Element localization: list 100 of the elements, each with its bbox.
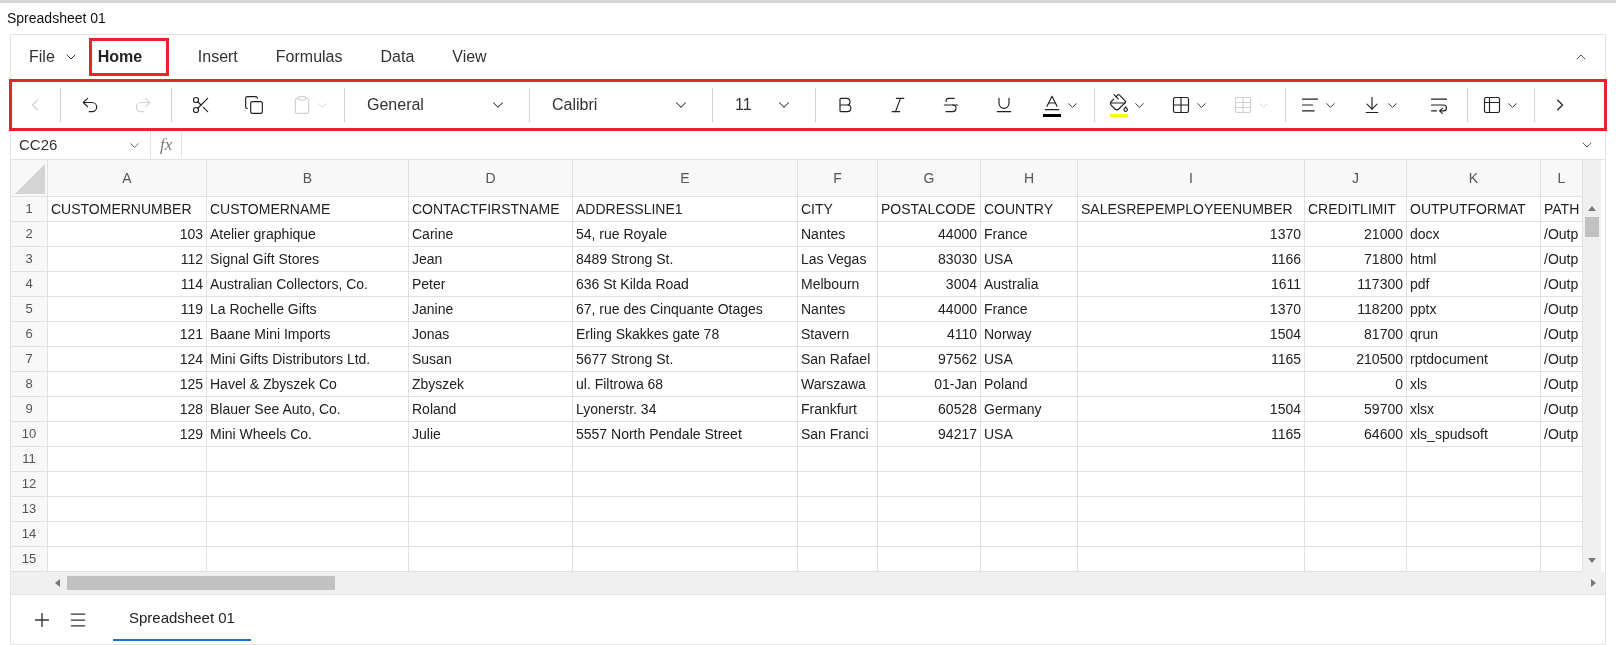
table-cell: 1165 [1078,347,1305,372]
table-cell: 114 [48,272,207,297]
column-header[interactable]: A [48,160,207,197]
table-cell: Las Vegas [798,247,878,272]
table-cell: Frankfurt [798,397,878,422]
table-cell: Mini Gifts Distributors Ltd. [207,347,409,372]
row-header[interactable]: 12 [11,472,48,497]
row-header[interactable]: 10 [11,422,48,447]
row-header[interactable]: 9 [11,397,48,422]
ribbon-tab[interactable]: Home [88,38,169,76]
table-cell: Susan [409,347,573,372]
column-title: CUSTOMERNAME [207,197,409,222]
function-label: fx [151,132,183,158]
table-cell: xls_spudsoft [1407,422,1541,447]
column-header[interactable]: B [207,160,409,197]
column-title: ADDRESSLINE1 [573,197,798,222]
table-cell: 118200 [1305,297,1407,322]
row-header[interactable]: 11 [11,447,48,472]
table-cell: Julie [409,422,573,447]
table-cell: Mini Wheels Co. [207,422,409,447]
column-header[interactable]: D [409,160,573,197]
table-cell: 64600 [1305,422,1407,447]
column-header[interactable]: F [798,160,878,197]
row-header[interactable]: 6 [11,322,48,347]
number-format-dropdown[interactable]: General [347,87,527,123]
table-cell: 44000 [878,222,981,247]
table-cell: ul. Filtrowa 68 [573,372,798,397]
name-box[interactable]: CC26 [11,131,151,159]
table-cell: 1504 [1078,322,1305,347]
table-cell: 128 [48,397,207,422]
ribbon-tab[interactable]: Data [371,38,424,76]
table-cell: 5557 North Pendale Street [573,422,798,447]
table-cell: Norway [981,322,1078,347]
table-cell: 1370 [1078,222,1305,247]
row-header[interactable]: 3 [11,247,48,272]
table-cell: docx [1407,222,1541,247]
table-cell: 67, rue des Cinquante Otages [573,297,798,322]
font-size-dropdown[interactable]: 11 [715,87,813,123]
column-title: POSTALCODE [878,197,981,222]
table-cell: xlsx [1407,397,1541,422]
column-header[interactable]: J [1305,160,1407,197]
column-header[interactable]: E [573,160,798,197]
row-header[interactable]: 14 [11,522,48,547]
ribbon-tab[interactable]: Formulas [266,38,352,76]
table-cell: 60528 [878,397,981,422]
table-cell: 0 [1305,372,1407,397]
row-header[interactable]: 13 [11,497,48,522]
table-cell: Erling Skakkes gate 78 [573,322,798,347]
table-cell: qrun [1407,322,1541,347]
row-header[interactable]: 8 [11,372,48,397]
table-cell: html [1407,247,1541,272]
table-cell: Roland [409,397,573,422]
table-cell: Jonas [409,322,573,347]
table-cell: 129 [48,422,207,447]
column-title: CONTACTFIRSTNAME [409,197,573,222]
row-header[interactable]: 4 [11,272,48,297]
column-title: SALESREPEMPLOYEENUMBER [1078,197,1305,222]
table-cell: La Rochelle Gifts [207,297,409,322]
row-header[interactable]: 2 [11,222,48,247]
row-header[interactable]: 7 [11,347,48,372]
table-cell: Atelier graphique [207,222,409,247]
row-header[interactable]: 1 [11,197,48,222]
column-title: COUNTRY [981,197,1078,222]
table-cell: Nantes [798,222,878,247]
table-cell: Jean [409,247,573,272]
table-cell: 636 St Kilda Road [573,272,798,297]
table-cell: Janine [409,297,573,322]
table-cell: San Franci [798,422,878,447]
table-cell: USA [981,247,1078,272]
table-cell: Carine [409,222,573,247]
table-cell: 54, rue Royale [573,222,798,247]
table-cell: Baane Mini Imports [207,322,409,347]
table-cell: France [981,222,1078,247]
column-header[interactable]: H [981,160,1078,197]
table-cell: rptdocument [1407,347,1541,372]
table-cell: USA [981,347,1078,372]
table-cell: Peter [409,272,573,297]
table-cell: Blauer See Auto, Co. [207,397,409,422]
table-cell: 97562 [878,347,981,372]
window-title: Spreadsheet 01 [7,9,106,28]
row-header[interactable]: 5 [11,297,48,322]
table-cell: 94217 [878,422,981,447]
ribbon-tab[interactable]: Insert [188,38,247,76]
table-cell: Zbyszek [409,372,573,397]
ribbon-tab[interactable]: View [443,38,496,76]
row-header[interactable]: 15 [11,547,48,572]
table-cell: 121 [48,322,207,347]
table-cell: USA [981,422,1078,447]
column-header[interactable]: K [1407,160,1541,197]
table-cell: 210500 [1305,347,1407,372]
table-cell: pdf [1407,272,1541,297]
font-dropdown[interactable]: Calibri [532,87,710,123]
table-cell: Signal Gift Stores [207,247,409,272]
table-cell: 81700 [1305,322,1407,347]
column-header[interactable]: G [878,160,981,197]
table-cell: 1165 [1078,422,1305,447]
file-menu[interactable]: File [29,45,79,69]
table-cell: xls [1407,372,1541,397]
table-cell: 119 [48,297,207,322]
column-header[interactable]: I [1078,160,1305,197]
